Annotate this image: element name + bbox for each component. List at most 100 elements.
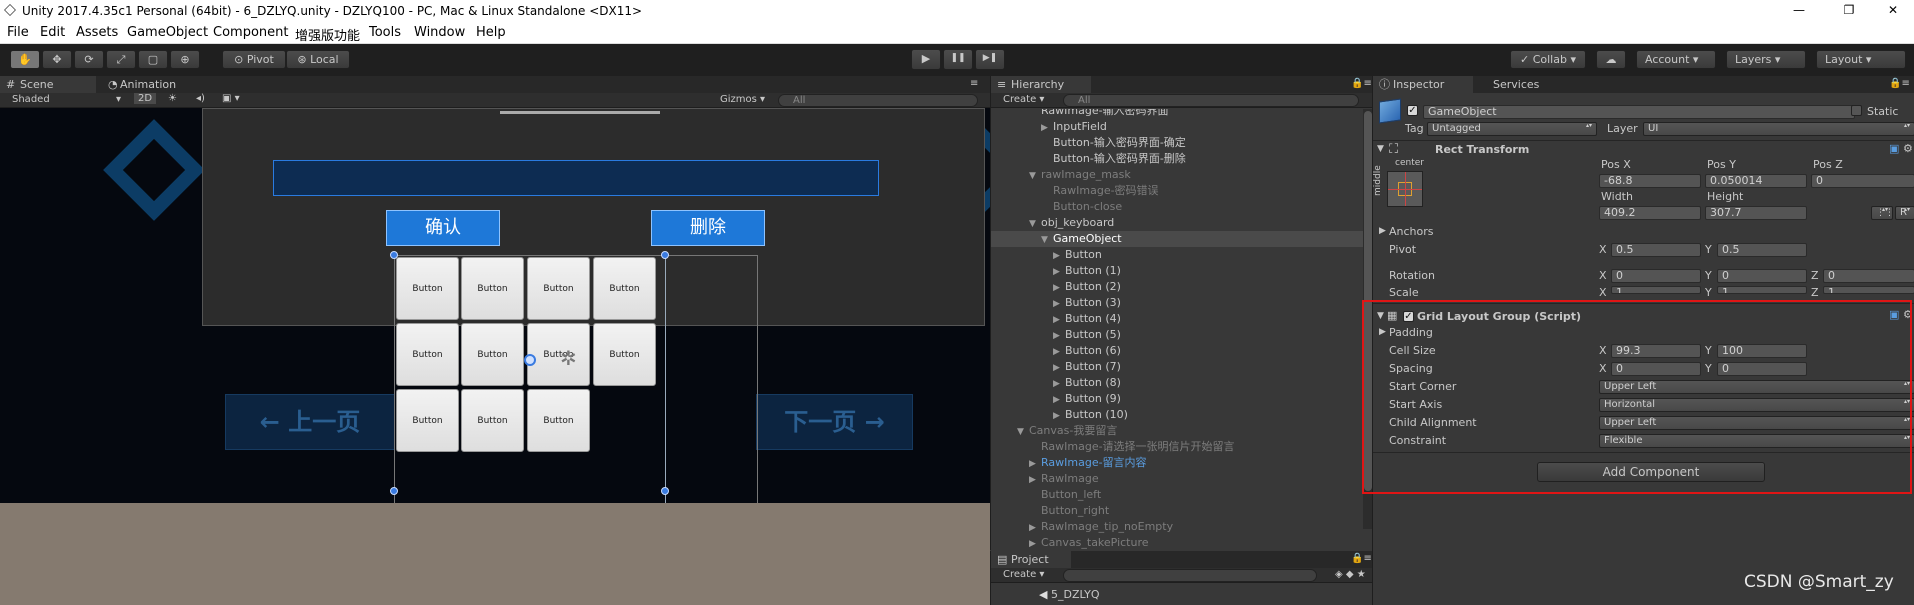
- collapsed-arrow-icon[interactable]: ▶: [1053, 312, 1065, 328]
- pivot-y-field[interactable]: 0.5: [1717, 243, 1807, 257]
- tab-project[interactable]: ▤ Project: [991, 551, 1071, 568]
- object-name-field[interactable]: GameObject: [1423, 105, 1855, 119]
- collapsed-arrow-icon[interactable]: ▶: [1029, 536, 1041, 549]
- pos-z-field[interactable]: 0: [1811, 174, 1914, 188]
- settings-gear-icon[interactable]: ⚙: [1903, 142, 1913, 155]
- collapsed-arrow-icon[interactable]: ▶: [1053, 280, 1065, 296]
- maximize-button[interactable]: ❐: [1826, 0, 1872, 22]
- password-input-field[interactable]: [273, 160, 879, 196]
- close-button[interactable]: ✕: [1870, 0, 1914, 22]
- hierarchy-row[interactable]: ▶ Button (9): [991, 391, 1363, 407]
- account-dropdown[interactable]: Account ▾: [1636, 50, 1716, 69]
- rotate-tool-icon[interactable]: ⟳: [74, 50, 104, 69]
- hierarchy-row[interactable]: ▶ Button (10): [991, 407, 1363, 423]
- pivot-toggle[interactable]: ⊙ Pivot: [222, 50, 286, 69]
- tab-scene[interactable]: # Scene: [0, 76, 96, 93]
- collapsed-arrow-icon[interactable]: ▶: [1053, 360, 1065, 376]
- collapsed-arrow-icon[interactable]: ▶: [1029, 520, 1041, 536]
- next-page-button[interactable]: 下一页 →: [756, 394, 913, 450]
- collapsed-arrow-icon[interactable]: ▶: [1029, 456, 1041, 472]
- help-icon[interactable]: ▣: [1889, 142, 1899, 155]
- hierarchy-search-input[interactable]: All: [1063, 94, 1359, 107]
- hierarchy-row[interactable]: ▼ GameObject: [991, 231, 1363, 247]
- rect-tool-icon[interactable]: ▢: [138, 50, 168, 69]
- tab-services[interactable]: Services: [1473, 76, 1553, 93]
- hierarchy-row[interactable]: ▶ Button (2): [991, 279, 1363, 295]
- scene-viewport[interactable]: 确认 删除 ← 上一页 下一页 → Button Button Button B…: [0, 108, 990, 503]
- project-search-input[interactable]: [1063, 569, 1317, 582]
- tab-inspector[interactable]: ⓘ Inspector: [1373, 76, 1473, 93]
- anchor-presets-button[interactable]: [1387, 171, 1423, 207]
- raw-edit-button[interactable]: R: [1895, 206, 1914, 220]
- filter-icon[interactable]: ◈ ◆ ★: [1335, 569, 1366, 580]
- hierarchy-row[interactable]: Button_right: [991, 503, 1363, 519]
- keyboard-button[interactable]: Button: [527, 389, 590, 452]
- hierarchy-row[interactable]: ▶ Canvas_takePicture: [991, 535, 1363, 549]
- layers-dropdown[interactable]: Layers ▾: [1726, 50, 1806, 69]
- rotation-x-field[interactable]: 0: [1611, 269, 1701, 283]
- project-menu-icon[interactable]: 🔒≡: [1351, 553, 1372, 564]
- menu-file[interactable]: File: [7, 25, 29, 40]
- project-item[interactable]: ◀ 5_DZLYQ: [1039, 587, 1100, 603]
- blueprint-mode-button[interactable]: ⋮⋮: [1871, 206, 1893, 220]
- menu-assets[interactable]: Assets: [76, 25, 118, 40]
- pos-y-field[interactable]: 0.050014: [1705, 174, 1807, 188]
- scale-z-field[interactable]: 1: [1823, 286, 1914, 294]
- hierarchy-menu-icon[interactable]: 🔒≡: [1351, 78, 1372, 89]
- collapsed-arrow-icon[interactable]: ▶: [1053, 328, 1065, 344]
- hierarchy-row[interactable]: ▶ Button (1): [991, 263, 1363, 279]
- hierarchy-row[interactable]: ▼ Canvas-我要留言: [991, 423, 1363, 439]
- hierarchy-row[interactable]: ▶ Button: [991, 247, 1363, 263]
- hierarchy-row[interactable]: ▼ obj_keyboard: [991, 215, 1363, 231]
- expanded-arrow-icon[interactable]: ▼: [1029, 168, 1041, 184]
- hierarchy-row[interactable]: ▶ Button (8): [991, 375, 1363, 391]
- pivot-handle[interactable]: [524, 354, 536, 366]
- collapsed-arrow-icon[interactable]: ▶: [1053, 344, 1065, 360]
- hierarchy-row[interactable]: ▶ RawImage_tip_noEmpty: [991, 519, 1363, 535]
- audio-icon[interactable]: ◂): [196, 93, 205, 104]
- rect-handle-bottom-right[interactable]: [661, 487, 669, 495]
- collapsed-arrow-icon[interactable]: ▶: [1053, 392, 1065, 408]
- layout-dropdown[interactable]: Layout ▾: [1816, 50, 1906, 69]
- scale-x-field[interactable]: 1: [1611, 286, 1701, 294]
- hierarchy-row[interactable]: Button_left: [991, 487, 1363, 503]
- keyboard-button[interactable]: Button: [461, 323, 524, 386]
- collapsed-arrow-icon[interactable]: ▶: [1041, 120, 1053, 136]
- cloud-icon[interactable]: ☁: [1596, 50, 1626, 69]
- collapsed-arrow-icon[interactable]: ▶: [1053, 408, 1065, 424]
- keyboard-button[interactable]: Button: [396, 323, 459, 386]
- scene-search-input[interactable]: All: [778, 94, 978, 107]
- collapse-arrow-icon[interactable]: ▼: [1377, 144, 1384, 154]
- gizmos-dropdown[interactable]: Gizmos ▾: [720, 94, 765, 105]
- menu-edit[interactable]: Edit: [40, 25, 65, 40]
- menu-component[interactable]: Component: [213, 25, 288, 40]
- step-button[interactable]: ▶❚: [975, 49, 1005, 70]
- pause-button[interactable]: ❚❚: [943, 49, 973, 70]
- keyboard-button[interactable]: Button: [396, 257, 459, 320]
- rotation-y-field[interactable]: 0: [1717, 269, 1807, 283]
- scale-y-field[interactable]: 1: [1717, 286, 1807, 294]
- hierarchy-row[interactable]: ▶ Button (5): [991, 327, 1363, 343]
- hierarchy-row[interactable]: RawImage-输入密码界面: [991, 109, 1363, 119]
- collab-dropdown[interactable]: ✓ Collab ▾: [1510, 50, 1586, 69]
- collapsed-arrow-icon[interactable]: ▶: [1053, 376, 1065, 392]
- active-checkbox[interactable]: ✓: [1407, 105, 1418, 116]
- move-tool-icon[interactable]: ✥: [42, 50, 72, 69]
- menu-help[interactable]: Help: [476, 25, 506, 40]
- collapsed-arrow-icon[interactable]: ▶: [1053, 296, 1065, 312]
- hierarchy-row[interactable]: ▶ InputField: [991, 119, 1363, 135]
- keyboard-button[interactable]: Button: [461, 257, 524, 320]
- toggle-2d-button[interactable]: 2D: [134, 93, 157, 104]
- keyboard-button[interactable]: Button: [527, 323, 590, 386]
- prev-page-button[interactable]: ← 上一页: [225, 394, 395, 450]
- hierarchy-row[interactable]: RawImage-密码错误: [991, 183, 1363, 199]
- expanded-arrow-icon[interactable]: ▼: [1017, 424, 1029, 440]
- anchors-expand-icon[interactable]: ▶: [1379, 226, 1386, 236]
- keyboard-button[interactable]: Button: [593, 323, 656, 386]
- transform-tool-icon[interactable]: ⊕: [170, 50, 200, 69]
- expanded-arrow-icon[interactable]: ▼: [1029, 216, 1041, 232]
- hierarchy-create-dropdown[interactable]: Create ▾: [1003, 94, 1044, 105]
- rotation-z-field[interactable]: 0: [1823, 269, 1914, 283]
- layer-dropdown[interactable]: UI: [1643, 122, 1914, 136]
- expanded-arrow-icon[interactable]: ▼: [1041, 232, 1053, 248]
